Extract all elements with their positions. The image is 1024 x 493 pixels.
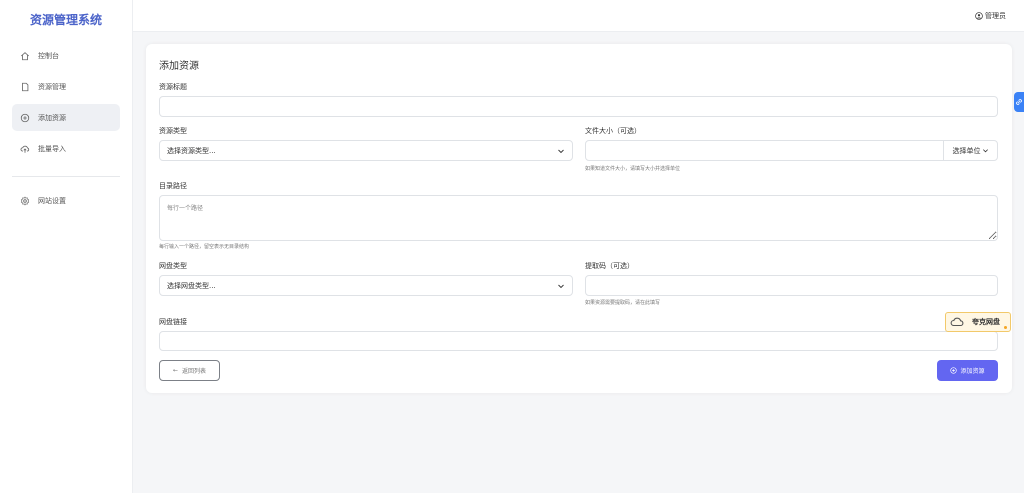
extract-code-field[interactable] [585,275,998,296]
side-float-tab[interactable] [1014,92,1024,112]
chevron-down-icon [558,149,564,153]
sidebar: 资源管理系统 控制台 资源管理 添加资源 批量导入 网站设置 [0,0,133,493]
dir-path-textarea[interactable] [160,196,997,240]
quark-pan-label: 夸克网盘 [972,318,1000,326]
sidebar-item-label: 资源管理 [38,82,66,91]
sidebar-item-label: 批量导入 [38,144,66,153]
gear-icon [20,196,30,205]
app-title: 资源管理系统 [29,12,102,27]
back-button-label: 返回列表 [182,368,207,375]
file-icon [22,82,29,91]
file-size-hint: 如果知道文件大小，请填写大小并选择单位 [585,166,681,172]
file-size-unit-label: 选择单位 [952,146,981,155]
resource-title-field[interactable] [159,96,998,117]
cloud-icon [948,313,966,331]
plus-circle-icon [20,113,30,122]
sidebar-item-batch-import[interactable]: 批量导入 [12,135,120,162]
top-bar: 管理员 [133,0,1024,32]
resource-type-select[interactable]: 选择资源类型... [159,140,573,161]
home-icon [20,51,30,60]
resource-title-input[interactable] [167,102,990,111]
sidebar-item-dashboard[interactable]: 控制台 [12,42,120,69]
extract-code-hint: 如果资源需要提取码，请在此填写 [585,300,661,306]
resource-type-selected: 选择资源类型... [167,146,216,155]
pan-type-select[interactable]: 选择网盘类型... [159,275,573,296]
file-size-input[interactable] [593,146,937,155]
sidebar-item-label: 添加资源 [38,113,66,122]
pan-type-label: 网盘类型 [159,262,187,270]
plus-circle-icon [950,367,958,374]
sidebar-divider [12,176,120,177]
cloud-upload-icon [20,145,30,153]
sidebar-item-resource-management[interactable]: 资源管理 [12,73,120,100]
pan-link-input[interactable] [167,337,990,345]
user-menu[interactable]: 管理员 [975,11,1006,21]
sidebar-nav: 控制台 资源管理 添加资源 批量导入 网站设置 [0,38,132,214]
add-resource-form: 添加资源 资源标题 资源类型 选择资源类型... 文件大小（可选） 选择单位 如… [146,44,1012,393]
pan-link-label: 网盘链接 [159,318,187,326]
chevron-down-icon [982,149,988,153]
resource-type-label: 资源类型 [159,127,187,135]
pan-type-selected: 选择网盘类型... [167,281,216,290]
file-size-unit-select[interactable]: 选择单位 [943,141,997,160]
link-icon [1016,99,1022,105]
page-title: 添加资源 [159,61,199,72]
chevron-down-icon [558,284,564,288]
pan-link-field[interactable] [159,331,998,351]
sidebar-item-label: 控制台 [38,51,59,60]
dir-path-label: 目录路径 [159,182,187,190]
dir-path-hint: 每行输入一个路径，留空表示无目录结构 [159,244,250,250]
user-name: 管理员 [985,12,1006,20]
add-button-label: 添加资源 [960,368,985,375]
notification-dot [1004,326,1007,329]
resource-title-label: 资源标题 [159,83,187,91]
sidebar-item-label: 网站设置 [38,196,66,205]
arrow-left-icon: ← [172,367,178,374]
add-resource-button[interactable]: 添加资源 [937,360,998,381]
back-to-list-button[interactable]: ← 返回列表 [159,360,220,381]
sidebar-item-add-resource[interactable]: 添加资源 [12,104,120,131]
extract-code-label: 提取码（可选） [585,262,634,270]
dir-path-field[interactable] [159,195,998,241]
file-size-label: 文件大小（可选） [585,127,641,135]
sidebar-item-site-settings[interactable]: 网站设置 [12,187,120,214]
file-size-field[interactable]: 选择单位 [585,140,998,161]
user-circle-icon [975,12,983,20]
extract-code-input[interactable] [593,281,990,290]
quark-pan-badge[interactable]: 夸克网盘 [945,312,1011,332]
